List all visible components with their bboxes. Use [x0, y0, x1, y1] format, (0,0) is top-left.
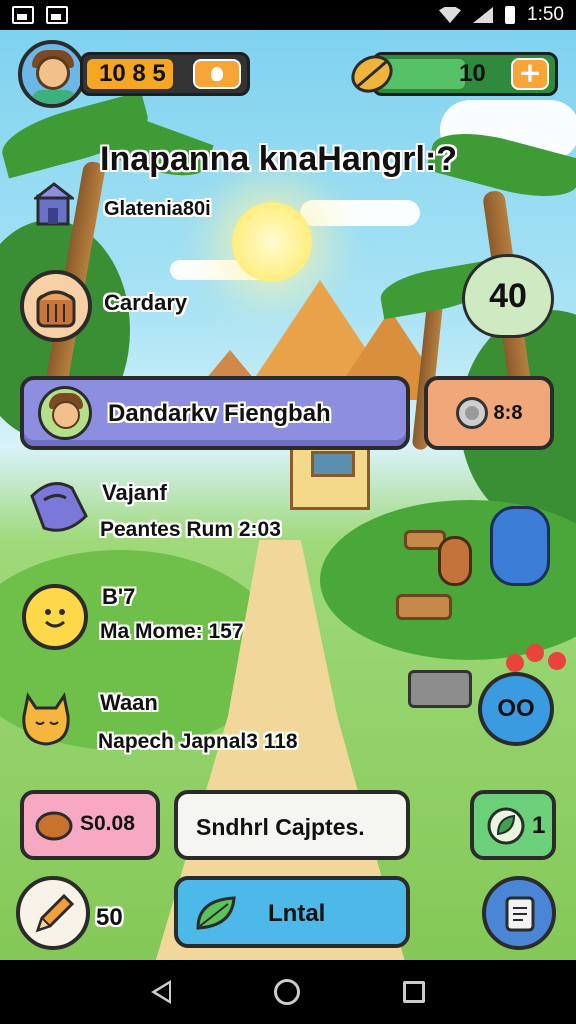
- home-icon[interactable]: [273, 979, 300, 1005]
- leaf-count: 1: [532, 812, 546, 839]
- battery-icon: [505, 6, 516, 24]
- leaf-value: 10: [459, 60, 486, 87]
- add-leaves-button[interactable]: +: [511, 58, 549, 90]
- image-icon: [12, 6, 34, 24]
- leaf-button[interactable]: 1: [470, 790, 556, 860]
- cake-icon[interactable]: [20, 270, 92, 342]
- bird-eyes-label: OO: [497, 695, 535, 722]
- row1-subtitle: Peantes Rum 2:03: [100, 518, 281, 541]
- scroll-button[interactable]: [482, 876, 556, 950]
- scroll-map-icon[interactable]: [22, 476, 96, 546]
- signal-icon: [473, 7, 494, 23]
- pencil-button[interactable]: [16, 876, 90, 950]
- row2-title: B'7: [102, 584, 136, 609]
- log: [396, 594, 452, 620]
- row3-title: Waan: [100, 690, 158, 715]
- page-subtitle: Glatenia80i: [104, 198, 211, 220]
- quest-bar[interactable]: Dandarkv Fiengbah: [20, 376, 410, 450]
- energy-badge-value: 40: [489, 276, 527, 315]
- wood-value: S0.08: [80, 812, 135, 835]
- action-button[interactable]: Sndhrl Cajptes.: [174, 790, 410, 860]
- wood-resource-card[interactable]: S0.08: [20, 790, 160, 860]
- energy-badge[interactable]: 40: [462, 254, 554, 338]
- cardary-label: Cardary: [104, 290, 188, 315]
- coin-meter: 10 8 5: [80, 52, 250, 96]
- gear-icon: [455, 397, 488, 429]
- villager-character: [438, 536, 472, 586]
- action-button-label: Sndhrl Cajptes.: [196, 814, 365, 840]
- sun: [232, 202, 312, 282]
- back-icon[interactable]: [151, 980, 172, 1004]
- leaf-icon: [196, 896, 236, 930]
- cat-character-icon[interactable]: [8, 682, 84, 754]
- lightbulb-icon: [211, 67, 223, 81]
- leaf-icon: [487, 807, 525, 845]
- house-window: [311, 451, 355, 477]
- bird-character-button[interactable]: OO: [478, 672, 554, 746]
- blue-character: [490, 506, 550, 586]
- gear-counter-card[interactable]: 8:8: [424, 376, 554, 450]
- quest-label: Dandarkv Fiengbah: [108, 400, 331, 427]
- primary-button[interactable]: Lntal: [174, 876, 410, 948]
- cloud: [300, 200, 420, 226]
- row3-subtitle: Napech Japnal3 118: [98, 730, 298, 753]
- house-icon[interactable]: [31, 182, 77, 228]
- player-avatar[interactable]: [18, 40, 86, 108]
- primary-button-label: Lntal: [268, 900, 326, 927]
- gear-counter-value: 8:8: [493, 401, 523, 424]
- hint-button[interactable]: [193, 59, 241, 89]
- navigation-bar: [0, 960, 576, 1024]
- crate: [408, 670, 472, 708]
- leaf-meter: 10 +: [372, 52, 558, 96]
- wifi-icon: [439, 7, 462, 23]
- gallery-icon: [46, 6, 68, 24]
- sun-character-icon[interactable]: [22, 584, 88, 650]
- recent-apps-icon[interactable]: [402, 981, 425, 1003]
- quest-avatar: [38, 386, 92, 440]
- bread-icon: [35, 811, 73, 841]
- row1-title: Vajanf: [102, 480, 167, 505]
- page-title: Inapanna knaHangrl:?: [100, 140, 458, 178]
- pencil-count: 50: [96, 904, 123, 931]
- coin-value: 10 8 5: [99, 60, 166, 87]
- status-bar: 1:50: [0, 0, 576, 30]
- pencil-icon: [35, 893, 75, 933]
- leaf-coin-icon: [348, 50, 396, 98]
- plus-icon: +: [518, 56, 542, 89]
- row2-subtitle: Ma Mome: 157: [100, 620, 244, 643]
- status-time: 1:50: [527, 4, 564, 25]
- scroll-icon: [505, 896, 535, 932]
